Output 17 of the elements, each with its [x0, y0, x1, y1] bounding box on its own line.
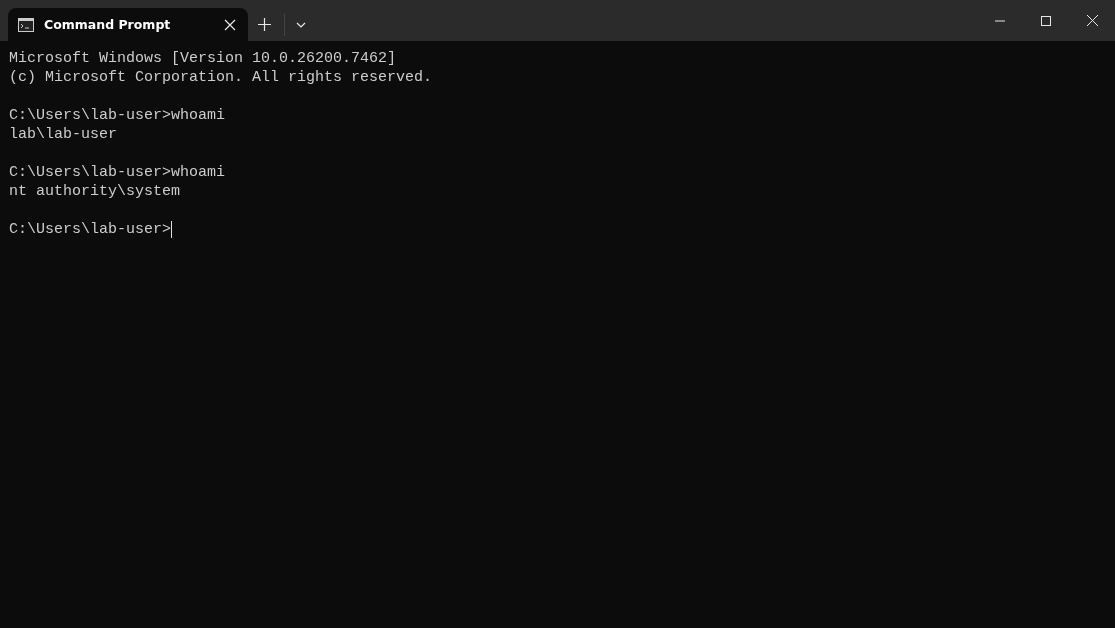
console-line: C:\Users\lab-user>whoami	[9, 163, 226, 182]
close-icon	[1086, 15, 1098, 26]
console-line: Microsoft Windows [Version 10.0.26200.7462]	[9, 49, 397, 68]
tab[interactable]: Command Prompt	[8, 8, 248, 41]
chevron-down-icon	[296, 21, 306, 28]
console-line: C:\Users\lab-user>whoami	[9, 106, 226, 125]
plus-icon	[257, 18, 271, 31]
console-line: C:\Users\lab-user>	[9, 220, 172, 239]
close-icon	[224, 18, 236, 31]
maximize-icon	[1041, 15, 1051, 26]
tab-title: Command Prompt	[44, 17, 172, 32]
console-line: nt authority\system	[9, 182, 181, 201]
minimize-icon	[995, 19, 1005, 22]
console-line: lab\lab-user	[9, 125, 118, 144]
close-tab-button[interactable]	[224, 18, 236, 31]
console-line: (c) Microsoft Corporation. All rights reserved.	[9, 68, 433, 87]
terminal-icon	[18, 17, 34, 32]
